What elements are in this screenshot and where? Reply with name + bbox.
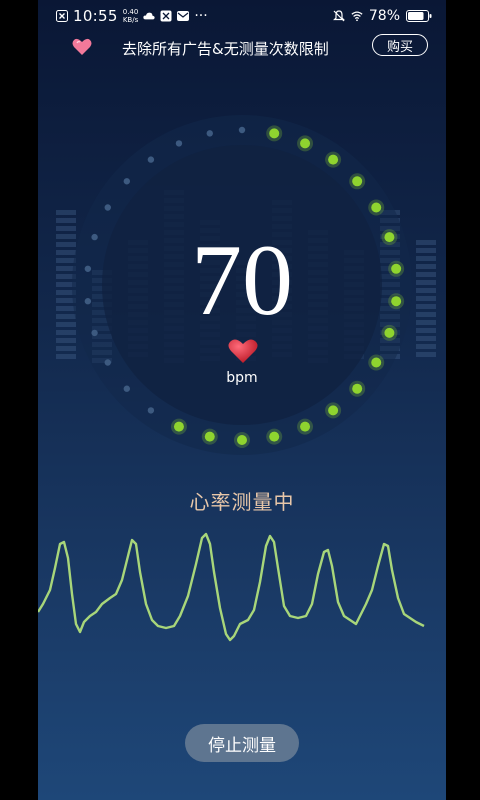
measuring-status: 心率测量中 (189, 490, 295, 514)
gauge-dot-active (300, 138, 311, 149)
gauge-dot-inactive (238, 126, 246, 134)
app-screen: 10:55 0.40 KB/s ··· 78% 去除所有广告&无测量次数限制 购… (38, 0, 446, 800)
equalizer-segment (416, 352, 436, 357)
gauge-dot-active (237, 435, 247, 445)
gauge-dot-inactive (123, 385, 131, 392)
equalizer-segment (56, 218, 76, 223)
gauge-dot-inactive (147, 407, 155, 414)
waveform-line (38, 532, 425, 642)
gauge-dot-inactive (104, 204, 111, 211)
heart-icon (228, 339, 258, 363)
gauge-dot-active (204, 431, 215, 442)
gauge-dot-active (328, 405, 339, 416)
equalizer-segment (56, 346, 76, 351)
gauge-dot-inactive (206, 130, 213, 137)
gauge-dot-active (269, 431, 280, 442)
equalizer-segment (56, 354, 76, 359)
gauge-dot-active (269, 128, 280, 139)
equalizer-segment (56, 338, 76, 343)
equalizer-segment (416, 336, 436, 341)
gauge-dot-active (371, 202, 382, 213)
gauge-dot-active (371, 357, 382, 368)
gauge-dot-active (173, 421, 184, 432)
gauge-dot-inactive (175, 140, 183, 147)
gauge-dot-active (328, 154, 339, 165)
heart-rate-value: 70 (191, 224, 293, 337)
equalizer-segment (56, 210, 76, 215)
heart-rate-unit: bpm (226, 370, 258, 386)
stop-measurement-button[interactable]: 停止测量 (185, 724, 299, 762)
equalizer-segment (416, 344, 436, 349)
gauge-dot-active (300, 421, 311, 432)
pulse-waveform (38, 532, 425, 642)
gauge-dot-inactive (147, 156, 155, 163)
gauge-dot-inactive (104, 359, 111, 366)
gauge-dot-inactive (123, 178, 131, 185)
gauge-dot-active (352, 176, 363, 187)
